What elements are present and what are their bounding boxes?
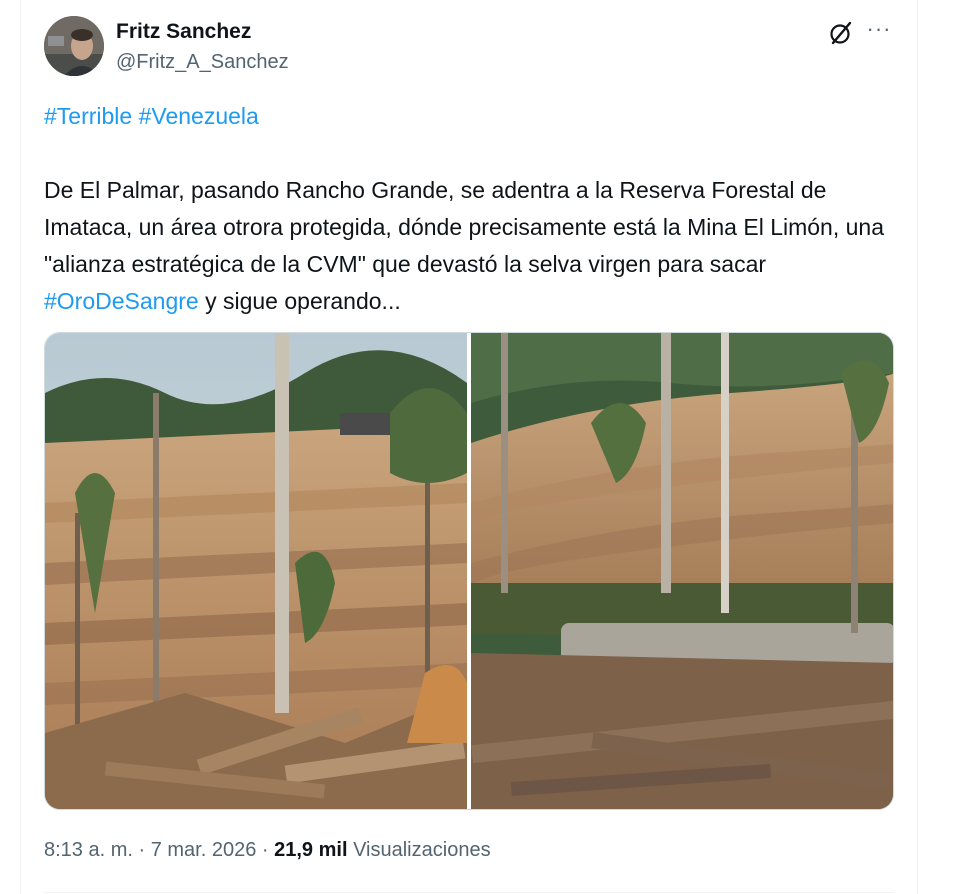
tweet-hashtags-line: #Terrible #Venezuela <box>44 98 894 135</box>
mine-photo-left[interactable] <box>45 333 467 810</box>
tweet-body-text-end: y sigue operando... <box>198 288 401 314</box>
tweet-date[interactable]: 7 mar. 2026 <box>151 839 257 861</box>
hashtag-terrible[interactable]: #Terrible <box>44 103 132 129</box>
views-label: Visualizaciones <box>347 839 491 861</box>
meta-separator: · <box>256 839 275 861</box>
tweet-body: De El Palmar, pasando Rancho Grande, se … <box>44 172 894 320</box>
more-options-icon[interactable]: ··· <box>866 18 892 44</box>
tweet-meta: 8:13 a. m. · 7 mar. 2026 · 21,9 mil Visu… <box>44 839 491 862</box>
divider <box>44 892 894 893</box>
meta-separator: · <box>132 839 151 861</box>
avatar-image <box>44 16 104 76</box>
mine-photo-right[interactable] <box>471 333 894 810</box>
tweet-time[interactable]: 8:13 a. m. <box>44 839 133 861</box>
grok-icon[interactable] <box>828 20 854 46</box>
author-name[interactable]: Fritz Sanchez <box>116 20 251 44</box>
hashtag-orodesangre[interactable]: #OroDeSangre <box>44 288 199 314</box>
author-handle[interactable]: @Fritz_A_Sanchez <box>116 51 289 74</box>
media-gallery <box>44 332 894 810</box>
avatar[interactable] <box>44 16 104 76</box>
views-count: 21,9 mil <box>274 839 348 861</box>
tweet-body-text: De El Palmar, pasando Rancho Grande, se … <box>44 177 884 277</box>
hashtag-venezuela[interactable]: #Venezuela <box>139 103 259 129</box>
